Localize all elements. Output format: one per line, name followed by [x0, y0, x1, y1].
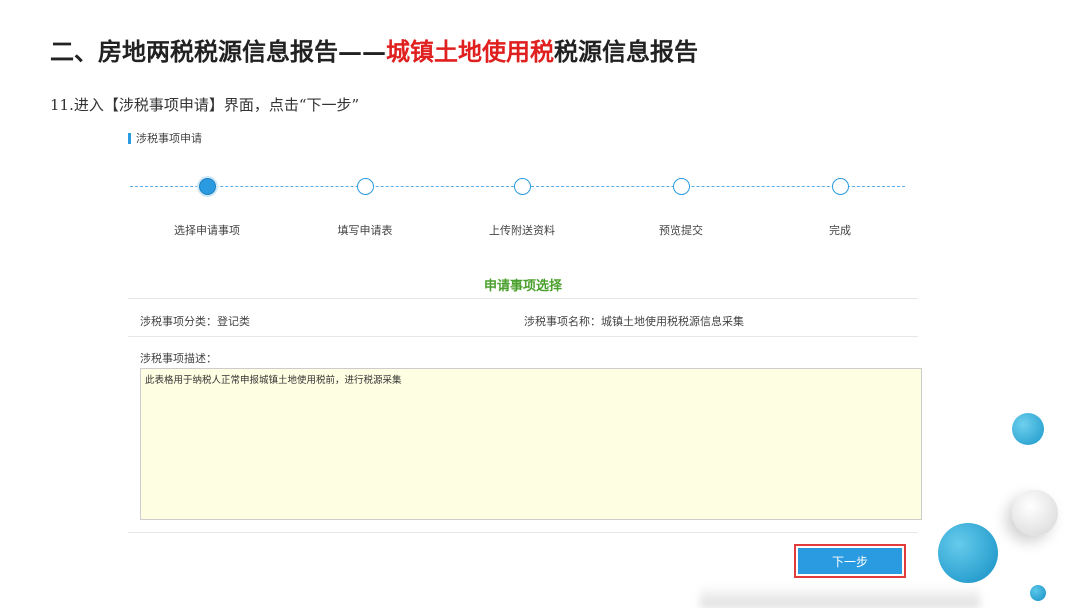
next-step-button-label: 下一步 — [798, 548, 902, 574]
step-circle-icon — [672, 178, 690, 195]
tax-category-field: 涉税事项分类：登记类 — [140, 315, 250, 328]
step-circle-icon — [198, 178, 216, 195]
slide-title-prefix: 二、房地两税税源信息报告—— — [50, 37, 386, 66]
step-select-item[interactable]: 选择申请事项 — [147, 178, 267, 238]
tax-item-name-field: 涉税事项名称：城镇土地使用税税源信息采集 — [524, 315, 744, 328]
panel-title: 涉税事项申请 — [128, 130, 202, 146]
decorative-circle — [1012, 413, 1044, 445]
panel-title-text: 涉税事项申请 — [136, 132, 202, 145]
next-step-button[interactable]: 下一步 — [794, 544, 906, 578]
description-label: 涉税事项描述： — [140, 352, 217, 365]
description-text: 此表格用于纳税人正常申报城镇土地使用税前，进行税源采集 — [145, 375, 402, 386]
step-fill-form[interactable]: 填写申请表 — [305, 178, 425, 238]
panel-title-marker — [128, 132, 131, 144]
decorative-circle — [1030, 585, 1046, 601]
decorative-circle — [938, 523, 998, 583]
step-upload-materials[interactable]: 上传附送资料 — [462, 178, 582, 238]
section-heading: 申请事项选择 — [483, 279, 562, 294]
step-complete[interactable]: 完成 — [780, 178, 900, 238]
step-circle-icon — [356, 178, 374, 195]
decorative-circle — [1012, 490, 1058, 536]
slide-title: 二、房地两税税源信息报告——城镇土地使用税税源信息报告 — [50, 32, 698, 67]
step-preview-submit[interactable]: 预览提交 — [621, 178, 741, 238]
description-textarea[interactable]: 此表格用于纳税人正常申报城镇土地使用税前，进行税源采集 — [140, 368, 922, 520]
slide-title-highlight: 城镇土地使用税 — [386, 37, 554, 66]
step-label: 上传附送资料 — [489, 224, 555, 237]
slide-title-suffix: 税源信息报告 — [554, 37, 698, 66]
divider — [128, 532, 918, 533]
step-label: 填写申请表 — [337, 224, 393, 237]
step-circle-icon — [513, 178, 531, 195]
progress-stepper: 选择申请事项 填写申请表 上传附送资料 预览提交 完成 — [130, 178, 905, 248]
step-label: 预览提交 — [659, 224, 703, 237]
step-label: 完成 — [829, 224, 851, 237]
divider — [128, 298, 918, 299]
divider — [128, 336, 918, 337]
decorative-shadow — [700, 585, 980, 608]
step-label: 选择申请事项 — [174, 224, 240, 237]
step-circle-icon — [831, 178, 849, 195]
step-instruction: 11.进入【涉税事项申请】界面，点击“下一步” — [50, 96, 360, 114]
